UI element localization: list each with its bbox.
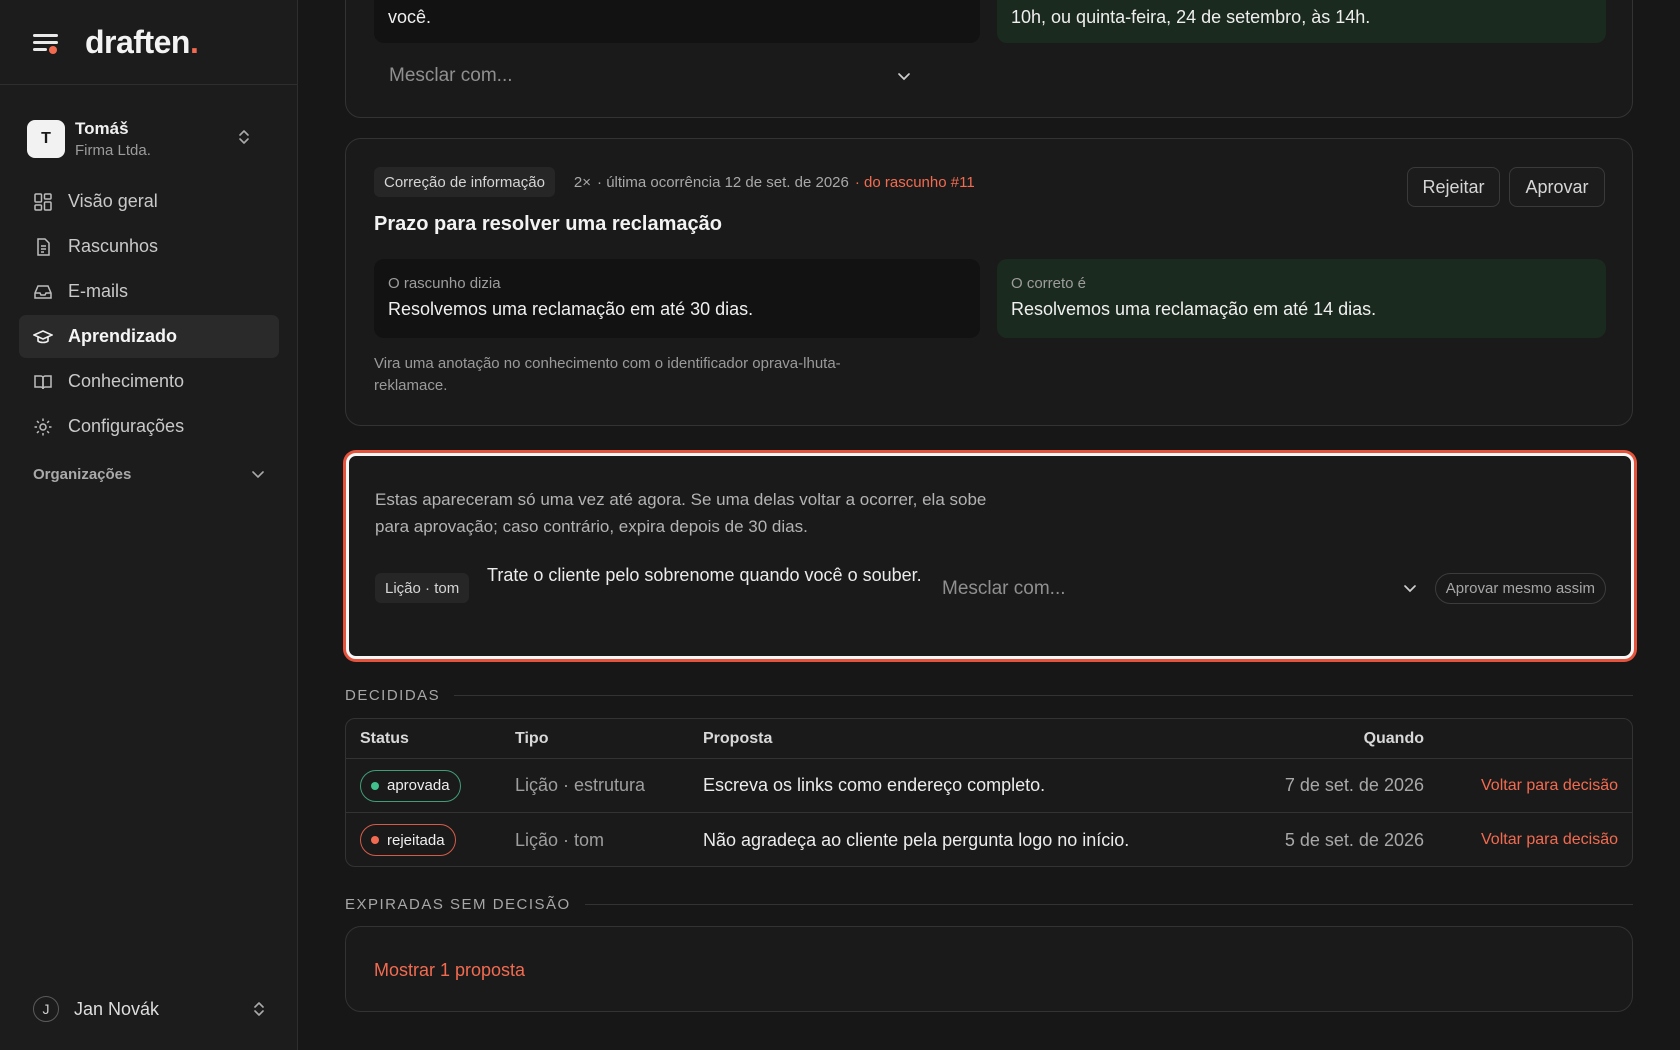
sidebar: draften. T Tomáš Firma Ltda. Visão geral… [0,0,298,1050]
status-text: rejeitada [387,831,445,849]
draft-snippet-text: você. [388,7,432,27]
nav-label: Aprendizado [68,326,178,346]
correct-snippet-text: Resolvemos uma reclamação em até 14 dias… [1011,299,1377,319]
proposal-title: Prazo para resolver uma reclamação [374,213,722,235]
chevron-up-down-icon [254,1002,264,1016]
revert-decision-link[interactable]: Voltar para decisão [1481,831,1618,849]
last-occurrence: · última ocorrência 12 de set. de 2026 [597,173,849,191]
draft-link[interactable]: · do rascunho #11 [855,174,975,191]
account-switcher[interactable]: T Tomáš Firma Ltda. [27,116,272,161]
correct-snippet-text: 10h, ou quinta-feira, 24 de setembro, às… [1011,7,1371,27]
status-dot [371,781,379,790]
nav-label: Visão geral [68,191,158,211]
status-text: aprovada [387,777,450,794]
document-icon [37,237,50,256]
draft-snippet-label: O rascunho dizia [388,275,501,292]
column-proposta: Proposta [703,729,773,747]
status-badge: rejeitada [360,824,456,856]
table-row: rejeitada Lição · tom Não agradeça ao cl… [346,813,1632,866]
proposal-card-previous: você. 10h, ou quinta-feira, 24 de setemb… [345,0,1633,118]
graduation-cap-icon [33,329,53,343]
correct-snippet-label: O correto é [1011,275,1087,292]
status-cell: rejeitada [360,824,456,856]
organizations-label: Organizações [33,466,132,483]
proposal-type-tag: Correção de informação [374,167,555,197]
type-cell: Lição · estrutura [515,775,646,795]
section-decided-title: DECIDIDAS [345,687,441,704]
chevron-down-icon [1404,585,1416,593]
account-avatar: T [27,119,65,158]
correct-snippet: 10h, ou quinta-feira, 24 de setembro, às… [997,0,1606,43]
nav-item-configuracoes[interactable]: Configurações [19,405,279,448]
book-icon [34,374,52,389]
decided-table: Status Tipo Proposta Quando aprovada Liç… [345,718,1633,867]
date-cell: 7 de set. de 2026 [1284,775,1424,795]
menu-icon[interactable] [33,32,59,54]
user-avatar: J [33,996,59,1022]
correct-snippet: O correto é Resolvemos uma reclamação em… [997,259,1606,338]
logo[interactable]: draften. [85,23,199,61]
lesson-text: Trate o cliente pelo sobrenome quando vo… [487,565,922,585]
single-occurrence-card: Estas apareceram só uma vez até agora. S… [346,453,1634,659]
organizations-toggle[interactable]: Organizações [33,466,265,483]
merge-select[interactable]: Mesclar com... [389,61,911,91]
chevron-down-icon [252,471,264,479]
reject-button[interactable]: Rejeitar [1407,167,1500,207]
status-cell: aprovada [360,769,461,802]
chevron-down-icon [898,72,910,80]
main-nav: Visão geral Rascunhos E-mails Aprendizad… [19,180,279,450]
type-cell: Lição · tom [515,829,605,850]
nav-label: Conhecimento [68,371,185,391]
nav-item-emails[interactable]: E-mails [19,270,279,313]
section-expired-heading: EXPIRADAS SEM DECISÃO [345,896,1633,913]
proposal-cell: Escreva os links como endereço completo. [703,775,1046,795]
column-quando: Quando [1363,729,1424,747]
status-badge: aprovada [360,769,461,802]
draft-snippet: O rascunho dizia Resolvemos uma reclamaç… [374,259,980,338]
merge-select-placeholder: Mesclar com... [389,65,513,86]
column-tipo: Tipo [515,729,549,747]
column-status: Status [360,729,409,747]
user-name: Jan Novák [74,998,160,1019]
approve-button[interactable]: Aprovar [1509,167,1605,207]
lesson-type-tag: Lição · tom [375,573,470,603]
logo-dot: . [189,23,199,60]
date-cell: 5 de set. de 2026 [1284,829,1424,850]
draft-snippet: você. [374,0,980,43]
nav-label: E-mails [68,281,129,301]
revert-decision-link[interactable]: Voltar para decisão [1481,777,1618,795]
proposal-note: Vira uma anotação no conhecimento com o … [374,355,841,394]
nav-item-conhecimento[interactable]: Conhecimento [19,360,279,403]
logo-text: draften [85,23,190,60]
proposal-meta: Correção de informação 2× · última ocorr… [374,167,975,197]
account-name: Tomáš [75,118,129,138]
user-menu[interactable]: J Jan Novák [33,994,265,1024]
proposal-card-correction: Correção de informação 2× · última ocorr… [345,138,1633,426]
proposal-cell: Não agradeça ao cliente pela pergunta lo… [703,829,1130,850]
merge-select[interactable]: Mesclar com... [942,573,1417,604]
nav-label: Configurações [68,416,185,436]
merge-select-placeholder: Mesclar com... [942,577,1066,599]
account-org: Firma Ltda. [75,141,151,159]
single-occurrence-intro: Estas apareceram só uma vez até agora. S… [375,490,987,536]
section-expired-title: EXPIRADAS SEM DECISÃO [345,896,571,913]
nav-label: Rascunhos [68,236,159,256]
inbox-icon [34,284,52,299]
section-decided-heading: DECIDIDAS [345,687,1633,704]
nav-item-visao-geral[interactable]: Visão geral [19,180,279,223]
show-expired-link[interactable]: Mostrar 1 proposta [374,960,525,981]
nav-item-rascunhos[interactable]: Rascunhos [19,225,279,268]
draft-snippet-text: Resolvemos uma reclamação em até 30 dias… [388,299,754,319]
approve-anyway-button[interactable]: Aprovar mesmo assim [1434,573,1606,604]
occurrence-count: 2× [573,173,592,191]
table-row: aprovada Lição · estrutura Escreva os li… [346,759,1632,813]
grid-icon [34,192,52,211]
table-header: Status Tipo Proposta Quando [346,719,1632,759]
status-dot [371,836,379,844]
nav-item-aprendizado[interactable]: Aprendizado [19,315,279,358]
gear-icon [34,418,52,435]
chevron-up-down-icon [239,130,249,144]
brand-bar: draften. [0,0,297,85]
expired-card: Mostrar 1 proposta [345,926,1633,1012]
